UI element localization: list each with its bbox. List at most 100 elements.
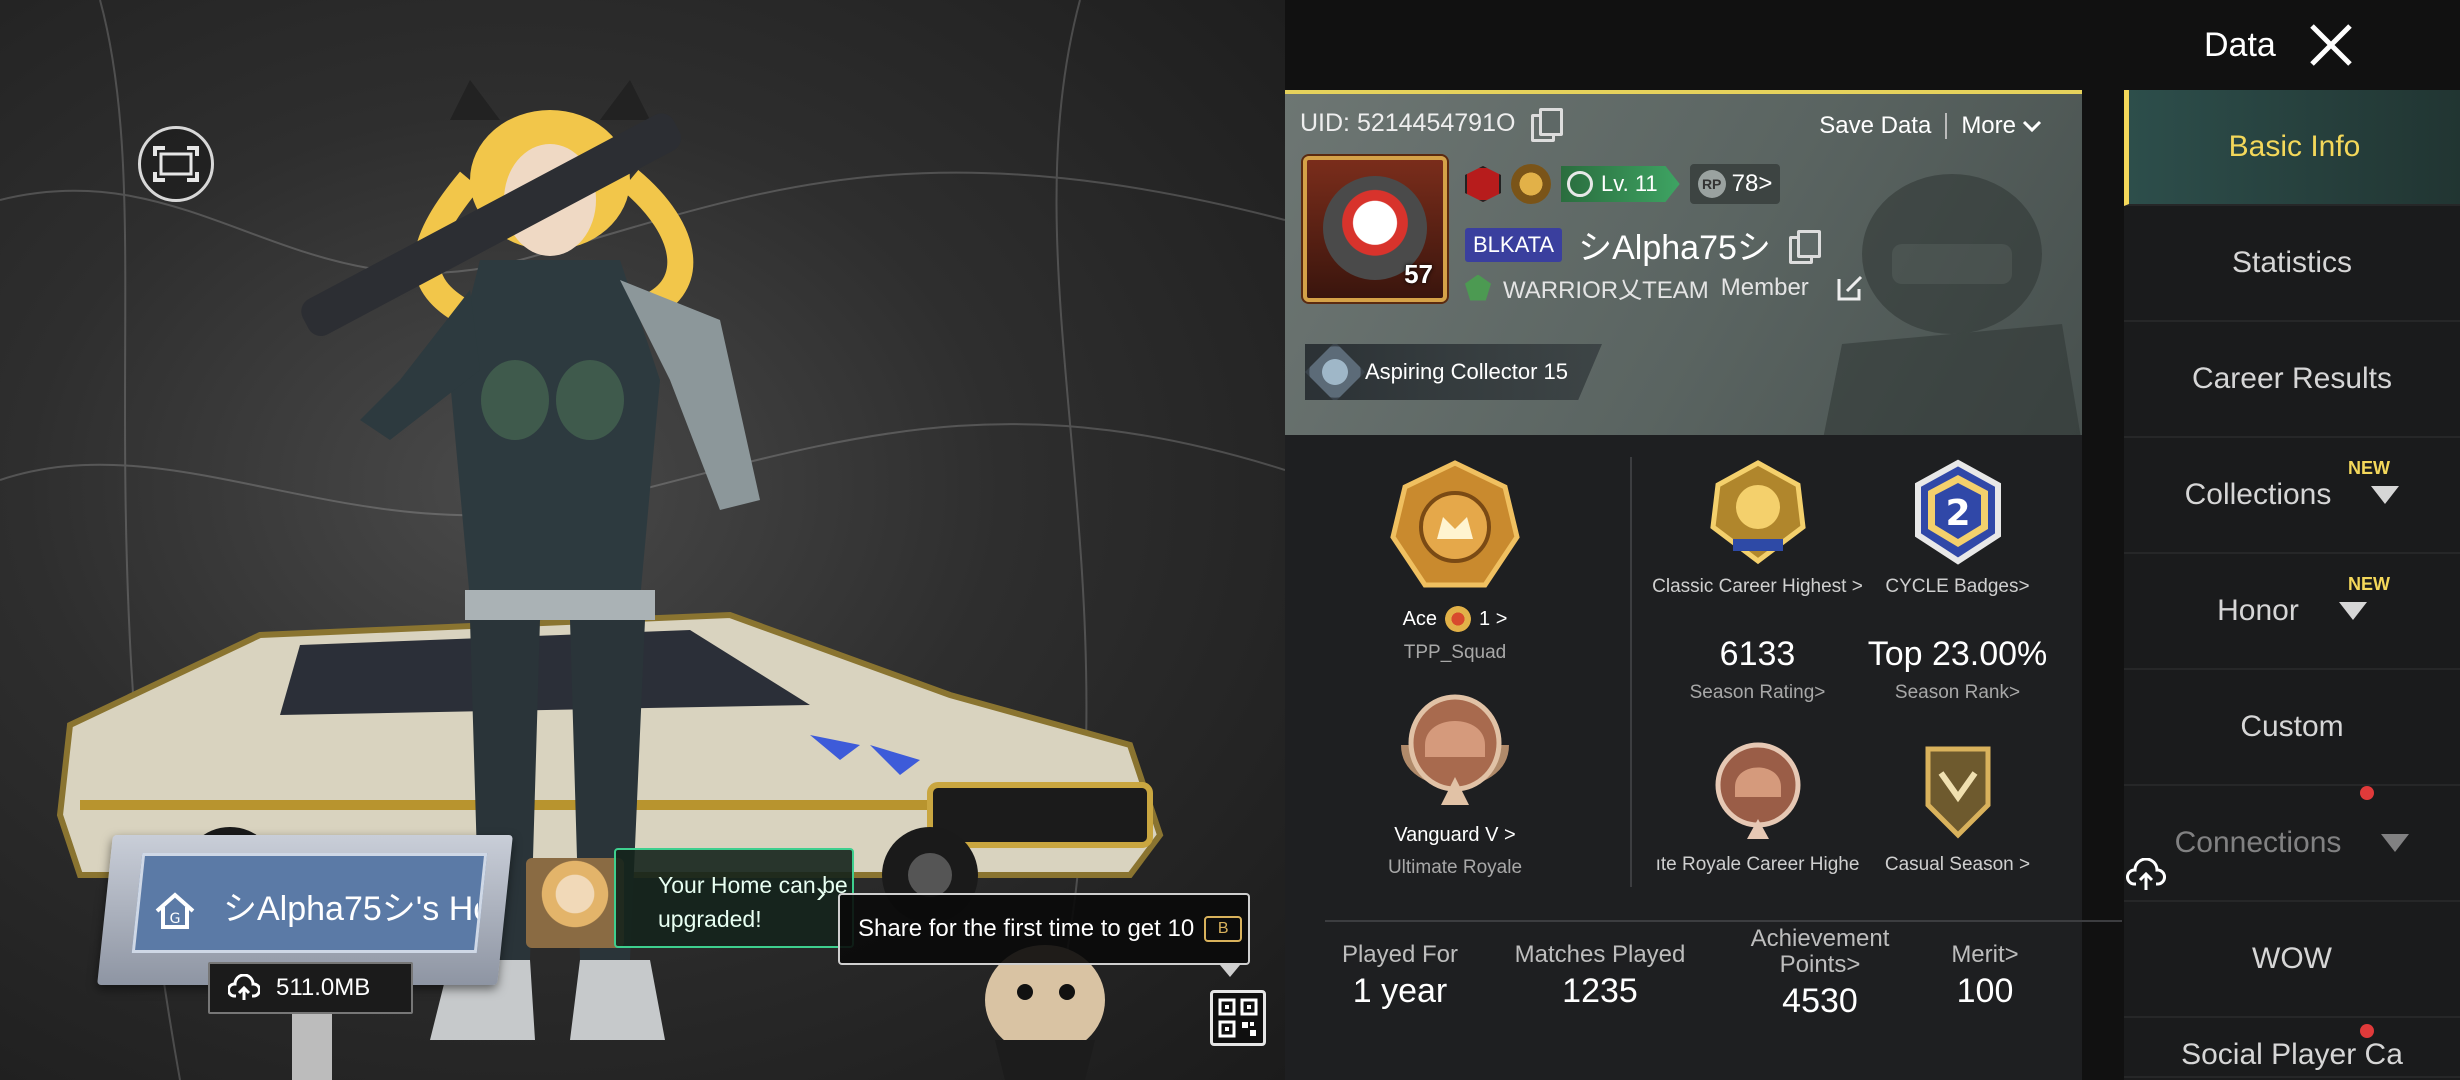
matches-played: Matches Played 1235 bbox=[1495, 942, 1705, 1011]
vanguard-rank[interactable]: Vanguard V > Ultimate Royale bbox=[1365, 685, 1545, 879]
dropdown-triangle-icon bbox=[2381, 834, 2410, 852]
profile-actions: Save Data More bbox=[1819, 112, 2042, 140]
ultimate-royale-career-highest[interactable]: ıte Royale Career Highe bbox=[1650, 735, 1865, 876]
name-row: BLKATA シAlpha75シ bbox=[1465, 220, 1821, 269]
flag-badge-icon[interactable] bbox=[1465, 166, 1501, 202]
achievement-label-2: Points> bbox=[1779, 951, 1861, 978]
title-badge-text: Aspiring Collector 15 bbox=[1365, 359, 1568, 384]
save-data-button[interactable]: Save Data bbox=[1819, 112, 1931, 140]
clan-tag: BLKATA bbox=[1465, 227, 1563, 262]
ace-label: Ace bbox=[1402, 607, 1438, 630]
achievement-value: 4530 bbox=[1782, 982, 1858, 1020]
season-rating[interactable]: 6133 Season Rating> bbox=[1650, 635, 1865, 704]
ace-rank[interactable]: Ace 1 > TPP_Squad bbox=[1365, 457, 1545, 664]
sidebar-item-custom[interactable]: Custom bbox=[2124, 670, 2460, 786]
played-for: Played For 1 year bbox=[1325, 942, 1475, 1011]
classic-career-highest[interactable]: Classic Career Highest > bbox=[1650, 457, 1865, 598]
level-badge-text: Lv. 11 bbox=[1601, 171, 1658, 196]
sidebar-item-label: Social Player Ca bbox=[2181, 1038, 2403, 1071]
new-badge: NEW bbox=[2348, 574, 2390, 594]
vanguard-label: Vanguard V > bbox=[1394, 824, 1516, 846]
notification-dot bbox=[2360, 1024, 2374, 1038]
sidebar-item-label: Honor bbox=[2217, 594, 2299, 627]
home-upgrade-notice[interactable]: Your Home can be upgraded! bbox=[526, 848, 856, 948]
sidebar-item-label: Basic Info bbox=[2228, 130, 2361, 163]
classic-career-medal-icon bbox=[1709, 460, 1806, 565]
player-name: シAlpha75シ bbox=[1578, 229, 1771, 267]
ultimate-career-label: ıte Royale Career Highe bbox=[1655, 854, 1860, 875]
page-title: Data bbox=[2204, 26, 2276, 64]
title-badge[interactable]: Aspiring Collector 15 bbox=[1305, 344, 1602, 400]
team-role: Member bbox=[1720, 273, 1809, 301]
team-row: WARRIOR乂TEAM Member bbox=[1465, 270, 1865, 305]
sidebar-item-label: Career Results bbox=[2191, 362, 2393, 395]
home-size-button[interactable]: 511.0MB bbox=[208, 962, 413, 1014]
copy-icon[interactable] bbox=[1529, 108, 1564, 142]
season-rank-label: Season Rank> bbox=[1894, 682, 2021, 703]
sidebar-item-honor[interactable]: NEW Honor bbox=[2124, 554, 2460, 670]
chevron-right-icon: › bbox=[816, 876, 826, 909]
season-rank-value: Top 23.00% bbox=[1867, 635, 2048, 673]
close-icon[interactable] bbox=[2306, 20, 2356, 70]
sidebar-item-career-results[interactable]: Career Results bbox=[2124, 322, 2460, 438]
new-badge: NEW bbox=[2348, 458, 2390, 478]
sidebar-item-basic-info[interactable]: Basic Info bbox=[2124, 90, 2460, 206]
player-avatar[interactable]: 57 bbox=[1303, 156, 1447, 302]
casual-season[interactable]: Casual Season > bbox=[1865, 735, 2050, 876]
dropdown-triangle-icon bbox=[2338, 602, 2367, 620]
chevron-down-icon bbox=[2022, 120, 2042, 133]
edit-icon[interactable] bbox=[1835, 273, 1865, 303]
rp-badge[interactable]: RP 78> bbox=[1689, 164, 1781, 204]
team-name[interactable]: WARRIOR乂TEAM bbox=[1503, 270, 1709, 305]
share-tooltip[interactable]: Share for the first time to get 10 B bbox=[838, 893, 1250, 977]
copy-name-icon[interactable] bbox=[1787, 229, 1821, 264]
crown-icon bbox=[1445, 606, 1472, 632]
rp-icon: RP bbox=[1697, 170, 1726, 198]
notification-dot bbox=[2360, 786, 2374, 800]
sidebar-item-wow[interactable]: WOW bbox=[2124, 902, 2460, 1018]
achievement-points[interactable]: Achievement Points> 4530 bbox=[1720, 926, 1920, 1021]
season-rating-value: 6133 bbox=[1719, 635, 1796, 673]
sign-post bbox=[292, 1014, 332, 1080]
vanguard-medal-icon bbox=[1401, 694, 1509, 805]
sidebar-item-collections[interactable]: NEW Collections bbox=[2124, 438, 2460, 554]
ultimate-career-medal-icon bbox=[1715, 742, 1800, 839]
level-badge[interactable]: Lv. 11 bbox=[1561, 166, 1680, 202]
achievement-label-1: Achievement bbox=[1750, 925, 1890, 952]
summary-stats: Played For 1 year Matches Played 1235 Ac… bbox=[1325, 920, 2122, 1080]
fullscreen-button[interactable] bbox=[138, 126, 214, 202]
merit-value: 100 bbox=[1956, 972, 2014, 1010]
merit-label: Merit> bbox=[1951, 941, 2019, 968]
played-for-value: 1 year bbox=[1352, 972, 1448, 1010]
more-label: More bbox=[1961, 112, 2016, 139]
matches-played-label: Matches Played bbox=[1514, 941, 1686, 968]
sidebar-item-connections[interactable]: Connections bbox=[2124, 786, 2460, 902]
cloud-upload-icon[interactable] bbox=[2126, 858, 2166, 892]
uid-text: UID: 5214454791O bbox=[1300, 108, 1516, 137]
profile-header: UID: 5214454791O Save Data More 57 Lv. 1… bbox=[1285, 90, 2082, 435]
connections-row: Connections bbox=[2175, 826, 2410, 860]
sidebar-item-label: WOW bbox=[2252, 942, 2332, 975]
sidebar-item-label: Statistics bbox=[2231, 246, 2353, 279]
sidebar-item-statistics[interactable]: Statistics bbox=[2124, 206, 2460, 322]
home-icon: G bbox=[155, 892, 195, 929]
cycle-badges-label: CYCLE Badges> bbox=[1885, 576, 2030, 597]
player-data-card: UID: 5214454791O Save Data More 57 Lv. 1… bbox=[1285, 90, 2122, 1080]
sun-badge-icon[interactable] bbox=[1511, 164, 1551, 204]
merit[interactable]: Merit> 100 bbox=[1925, 942, 2045, 1011]
cycle-badges[interactable]: 2 CYCLE Badges> bbox=[1865, 457, 2050, 598]
share-tip-text: Share for the first time to get 10 bbox=[858, 915, 1195, 942]
ace-medal-icon bbox=[1390, 460, 1520, 588]
more-button[interactable]: More bbox=[1961, 112, 2042, 140]
avatar-level: 57 bbox=[1404, 259, 1433, 289]
home-title: シAlpha75シ's Hon bbox=[223, 890, 478, 928]
rp-value: 78> bbox=[1731, 170, 1773, 197]
qr-code-button[interactable] bbox=[1210, 990, 1266, 1046]
cloud-upload-icon bbox=[228, 974, 260, 1000]
sidebar-item-social-player-card[interactable]: Social Player Ca bbox=[2124, 1018, 2460, 1078]
season-rank[interactable]: Top 23.00% Season Rank> bbox=[1865, 635, 2050, 704]
vanguard-mode: Ultimate Royale bbox=[1387, 857, 1523, 878]
sidebar-item-label: Custom bbox=[2240, 710, 2344, 743]
matches-played-value: 1235 bbox=[1562, 972, 1638, 1010]
compass-icon bbox=[1567, 171, 1593, 197]
